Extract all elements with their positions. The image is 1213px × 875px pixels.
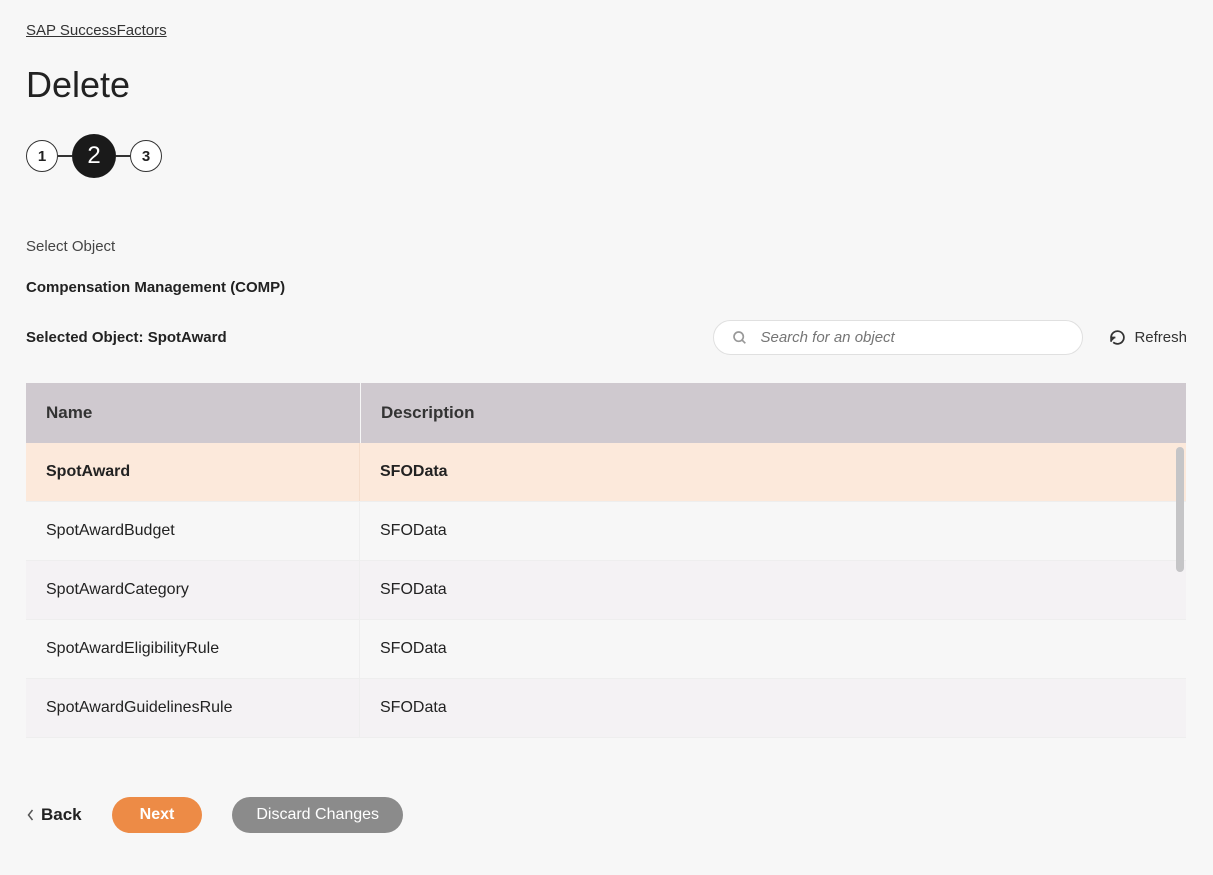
cell-name: SpotAwardEligibilityRule xyxy=(26,620,360,678)
cell-description: SFOData xyxy=(360,502,1186,560)
footer-actions: Back Next Discard Changes xyxy=(26,797,1187,833)
table-row[interactable]: SpotAwardCategorySFOData xyxy=(26,561,1186,620)
step-connector xyxy=(58,155,72,157)
module-label: Compensation Management (COMP) xyxy=(26,279,1187,296)
refresh-button[interactable]: Refresh xyxy=(1109,329,1187,346)
chevron-left-icon xyxy=(26,808,35,822)
column-header-name[interactable]: Name xyxy=(26,383,360,443)
column-header-description[interactable]: Description xyxy=(360,383,1186,443)
step-1[interactable]: 1 xyxy=(26,140,58,172)
cell-description: SFOData xyxy=(360,620,1186,678)
back-button[interactable]: Back xyxy=(26,805,82,825)
cell-description: SFOData xyxy=(360,561,1186,619)
cell-name: SpotAwardCategory xyxy=(26,561,360,619)
next-button[interactable]: Next xyxy=(112,797,203,833)
table-row[interactable]: SpotAwardBudgetSFOData xyxy=(26,502,1186,561)
table-row[interactable]: SpotAwardSFOData xyxy=(26,443,1186,502)
table-body: SpotAwardSFODataSpotAwardBudgetSFODataSp… xyxy=(26,443,1186,753)
step-3[interactable]: 3 xyxy=(130,140,162,172)
step-2[interactable]: 2 xyxy=(72,134,116,178)
refresh-label: Refresh xyxy=(1134,329,1187,346)
scrollbar-thumb[interactable] xyxy=(1176,447,1184,572)
table-header: Name Description xyxy=(26,383,1186,443)
back-label: Back xyxy=(41,805,82,825)
cell-name: SpotAwardBudget xyxy=(26,502,360,560)
table-row[interactable]: SpotAwardGuidelinesRuleSFOData xyxy=(26,679,1186,738)
scrollbar[interactable] xyxy=(1174,447,1186,757)
cell-name: SpotAwardGuidelinesRule xyxy=(26,679,360,737)
stepper: 1 2 3 xyxy=(26,134,1187,178)
page-title: Delete xyxy=(26,64,1187,106)
cell-description: SFOData xyxy=(360,679,1186,737)
cell-name: SpotAward xyxy=(26,443,360,501)
refresh-icon xyxy=(1109,329,1126,346)
object-table: Name Description SpotAwardSFODataSpotAwa… xyxy=(26,383,1186,753)
step-connector xyxy=(116,155,130,157)
discard-button[interactable]: Discard Changes xyxy=(232,797,403,833)
search-box[interactable] xyxy=(713,320,1083,355)
section-label: Select Object xyxy=(26,238,1187,255)
table-row[interactable]: SpotAwardEligibilityRuleSFOData xyxy=(26,620,1186,679)
selected-object-label: Selected Object: SpotAward xyxy=(26,329,227,346)
breadcrumb-link[interactable]: SAP SuccessFactors xyxy=(26,22,167,39)
search-icon xyxy=(732,330,748,346)
cell-description: SFOData xyxy=(360,443,1186,501)
search-input[interactable] xyxy=(760,329,1064,346)
